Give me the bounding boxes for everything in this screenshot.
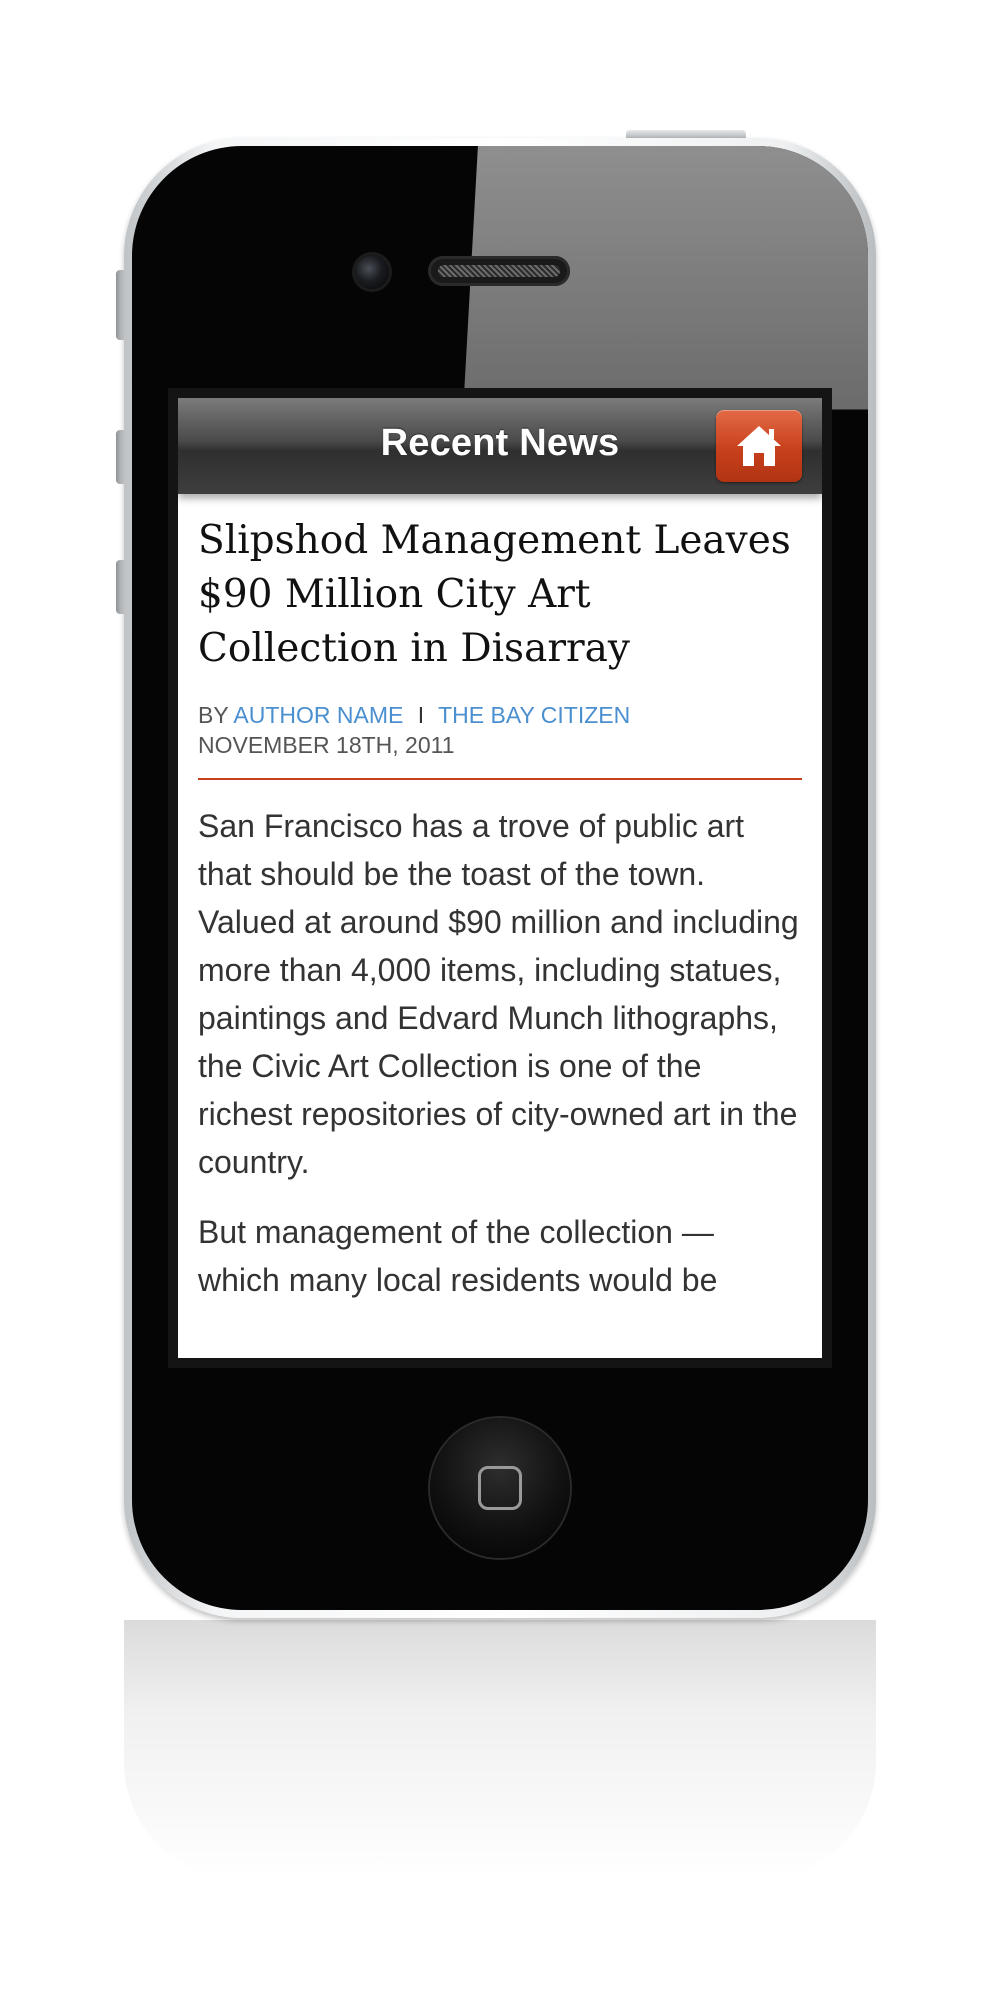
speaker-grille-icon — [428, 256, 570, 286]
article-headline: Slipshod Management Leaves $90 Million C… — [198, 518, 791, 671]
article-body: San Francisco has a trove of public art … — [198, 802, 802, 1304]
home-button-icon[interactable] — [430, 1418, 570, 1558]
phone-reflection — [124, 1620, 876, 1880]
phone-screen: Recent News Slipshod Management Leaves $… — [178, 398, 822, 1358]
byline-separator: I — [417, 702, 425, 728]
article-date: NOVEMBER 18TH, 2011 — [198, 732, 455, 758]
source-link[interactable]: THE BAY CITIZEN — [438, 702, 630, 728]
author-link[interactable]: AUTHOR NAME — [233, 702, 403, 728]
home-square-icon — [478, 1466, 522, 1510]
divider — [198, 778, 802, 780]
article-paragraph: But management of the collection — which… — [198, 1214, 718, 1298]
article: Slipshod Management Leaves $90 Million C… — [178, 494, 822, 1304]
page: Recent News Slipshod Management Leaves $… — [0, 0, 1000, 2000]
home-button[interactable] — [716, 410, 802, 482]
byline-prefix: BY — [198, 702, 229, 728]
home-icon — [737, 426, 781, 466]
camera-icon — [355, 255, 389, 289]
article-byline: BY AUTHOR NAME I THE BAY CITIZEN — [198, 700, 802, 730]
nav-bar: Recent News — [178, 398, 822, 494]
article-paragraph: San Francisco has a trove of public art … — [198, 808, 799, 1180]
